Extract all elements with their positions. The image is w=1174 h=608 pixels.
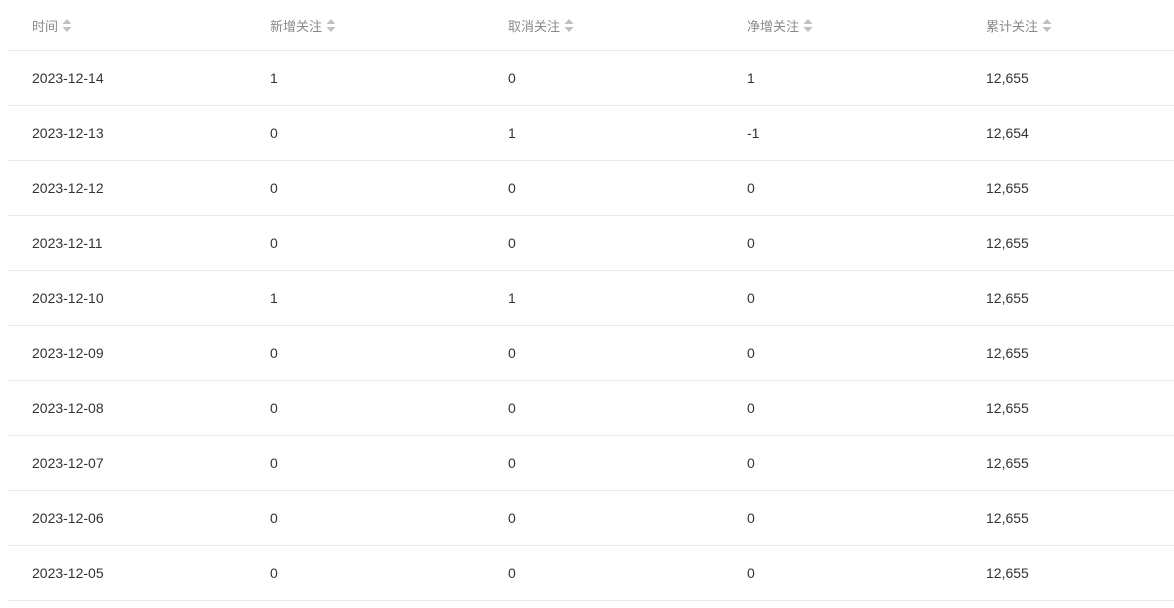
cell-total-follows: 12,655 xyxy=(986,345,1029,361)
table-row: 2023-12-07 0 0 0 12,655 xyxy=(8,436,1174,491)
column-header-label: 取消关注 xyxy=(508,18,561,34)
table-row: 2023-12-11 0 0 0 12,655 xyxy=(8,216,1174,271)
cell-unfollows: 0 xyxy=(508,345,516,361)
cell-date: 2023-12-10 xyxy=(32,290,104,306)
table-row: 2023-12-08 0 0 0 12,655 xyxy=(8,381,1174,436)
column-header-total-follows[interactable]: 累计关注 xyxy=(986,0,1052,50)
sort-updown-icon[interactable] xyxy=(326,18,336,33)
table-row: 2023-12-12 0 0 0 12,655 xyxy=(8,161,1174,216)
column-header-label: 净增关注 xyxy=(747,18,800,34)
table-row: 2023-12-14 1 0 1 12,655 xyxy=(8,51,1174,106)
cell-unfollows: 0 xyxy=(508,235,516,251)
cell-unfollows: 0 xyxy=(508,70,516,86)
cell-total-follows: 12,655 xyxy=(986,400,1029,416)
cell-new-follows: 1 xyxy=(270,70,278,86)
table-row: 2023-12-10 1 1 0 12,655 xyxy=(8,271,1174,326)
cell-unfollows: 0 xyxy=(508,565,516,581)
cell-net-follows: 0 xyxy=(747,455,755,471)
column-header-label: 新增关注 xyxy=(270,18,323,34)
cell-new-follows: 0 xyxy=(270,235,278,251)
cell-total-follows: 12,655 xyxy=(986,565,1029,581)
cell-unfollows: 0 xyxy=(508,510,516,526)
cell-new-follows: 0 xyxy=(270,180,278,196)
cell-unfollows: 1 xyxy=(508,290,516,306)
cell-unfollows: 0 xyxy=(508,180,516,196)
table-header: 时间 新增关注 取消关注 净增关注 累计关注 xyxy=(8,0,1174,51)
column-header-net-follows[interactable]: 净增关注 xyxy=(747,0,813,50)
cell-unfollows: 0 xyxy=(508,400,516,416)
cell-net-follows: -1 xyxy=(747,125,760,141)
cell-date: 2023-12-05 xyxy=(32,565,104,581)
cell-new-follows: 0 xyxy=(270,400,278,416)
cell-net-follows: 0 xyxy=(747,180,755,196)
cell-date: 2023-12-14 xyxy=(32,70,104,86)
cell-date: 2023-12-11 xyxy=(32,235,103,251)
cell-date: 2023-12-12 xyxy=(32,180,104,196)
cell-total-follows: 12,655 xyxy=(986,290,1029,306)
cell-total-follows: 12,655 xyxy=(986,235,1029,251)
cell-new-follows: 0 xyxy=(270,125,278,141)
stats-table: 时间 新增关注 取消关注 净增关注 累计关注 2023-12-14 1 0 1 … xyxy=(8,0,1174,601)
sort-updown-icon[interactable] xyxy=(564,18,574,33)
table-row: 2023-12-09 0 0 0 12,655 xyxy=(8,326,1174,381)
cell-new-follows: 0 xyxy=(270,345,278,361)
column-header-new-follows[interactable]: 新增关注 xyxy=(270,0,336,50)
cell-net-follows: 0 xyxy=(747,400,755,416)
table-row: 2023-12-06 0 0 0 12,655 xyxy=(8,491,1174,546)
cell-net-follows: 1 xyxy=(747,70,755,86)
cell-date: 2023-12-13 xyxy=(32,125,104,141)
cell-total-follows: 12,655 xyxy=(986,510,1029,526)
cell-date: 2023-12-06 xyxy=(32,510,104,526)
cell-net-follows: 0 xyxy=(747,565,755,581)
column-header-label: 时间 xyxy=(32,18,59,34)
cell-new-follows: 0 xyxy=(270,455,278,471)
column-header-time[interactable]: 时间 xyxy=(32,0,72,50)
cell-net-follows: 0 xyxy=(747,345,755,361)
cell-new-follows: 0 xyxy=(270,565,278,581)
cell-net-follows: 0 xyxy=(747,290,755,306)
cell-date: 2023-12-08 xyxy=(32,400,104,416)
sort-updown-icon[interactable] xyxy=(62,18,72,33)
cell-date: 2023-12-07 xyxy=(32,455,104,471)
cell-net-follows: 0 xyxy=(747,510,755,526)
cell-total-follows: 12,655 xyxy=(986,70,1029,86)
sort-updown-icon[interactable] xyxy=(1042,18,1052,33)
column-header-unfollows[interactable]: 取消关注 xyxy=(508,0,574,50)
cell-new-follows: 1 xyxy=(270,290,278,306)
table-row: 2023-12-13 0 1 -1 12,654 xyxy=(8,106,1174,161)
cell-total-follows: 12,655 xyxy=(986,180,1029,196)
cell-net-follows: 0 xyxy=(747,235,755,251)
sort-updown-icon[interactable] xyxy=(803,18,813,33)
cell-unfollows: 0 xyxy=(508,455,516,471)
cell-total-follows: 12,654 xyxy=(986,125,1029,141)
table-row: 2023-12-05 0 0 0 12,655 xyxy=(8,546,1174,601)
cell-unfollows: 1 xyxy=(508,125,516,141)
cell-total-follows: 12,655 xyxy=(986,455,1029,471)
column-header-label: 累计关注 xyxy=(986,18,1039,34)
cell-new-follows: 0 xyxy=(270,510,278,526)
cell-date: 2023-12-09 xyxy=(32,345,104,361)
